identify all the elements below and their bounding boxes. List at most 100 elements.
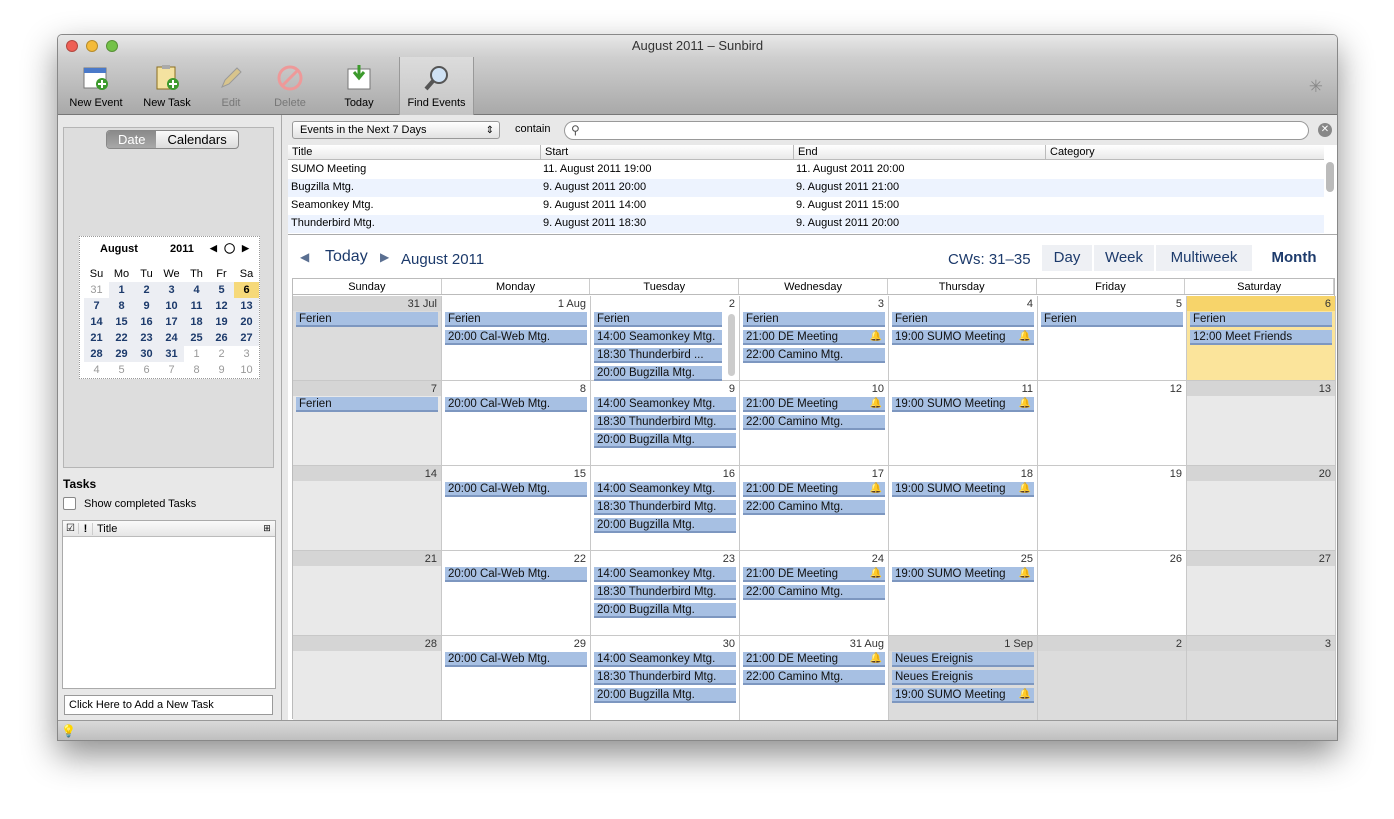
results-row[interactable]: Seamonkey Mtg. 9. August 2011 14:00 9. Aug…: [288, 197, 1324, 215]
event-item[interactable]: 19:00 SUMO Meeting 🔔: [892, 482, 1034, 497]
minical-day[interactable]: 21: [84, 330, 109, 346]
day-cell[interactable]: 2 Ferien 14:00 Seamonkey Mtg. 18:30 Thunder…: [591, 296, 740, 381]
event-item[interactable]: 22:00 Camino Mtg.: [743, 500, 885, 515]
day-number[interactable]: 10: [872, 383, 884, 395]
task-list[interactable]: ☑ ! Title ⊞: [62, 520, 276, 689]
event-item[interactable]: 12:00 Meet Friends: [1190, 330, 1332, 345]
day-cell[interactable]: 3: [1187, 636, 1336, 721]
event-item[interactable]: 14:00 Seamonkey Mtg.: [594, 652, 736, 667]
minical-day[interactable]: 15: [109, 314, 134, 330]
day-cell[interactable]: 28: [293, 636, 442, 721]
close-window-button[interactable]: [66, 40, 78, 52]
day-cell[interactable]: 3 Ferien 21:00 DE Meeting 🔔 22:00 Camino Mtg…: [740, 296, 889, 381]
event-item[interactable]: 18:30 Thunderbird ...: [594, 348, 722, 363]
day-number[interactable]: 5: [1176, 298, 1182, 310]
minical-day-other-month[interactable]: 1: [184, 346, 209, 362]
column-picker-icon[interactable]: ⊞: [259, 523, 275, 534]
nav-today-button[interactable]: Today: [325, 248, 368, 266]
next-month-icon[interactable]: ▶: [242, 243, 249, 254]
day-number[interactable]: 11: [1022, 383, 1033, 395]
day-cell[interactable]: 13: [1187, 381, 1336, 466]
col-end[interactable]: End: [793, 145, 1045, 160]
minical-day[interactable]: 11: [184, 298, 209, 314]
results-scrollbar[interactable]: [1326, 162, 1334, 192]
event-item[interactable]: Ferien: [296, 312, 438, 327]
day-cell[interactable]: 30 14:00 Seamonkey Mtg. 18:30 Thunderbird …: [591, 636, 740, 721]
results-row[interactable]: SUMO Meeting 11. August 2011 19:00 11. Aug…: [288, 161, 1324, 179]
tab-day[interactable]: Day: [1042, 245, 1092, 271]
event-item[interactable]: 20:00 Bugzilla Mtg.: [594, 433, 736, 448]
day-number[interactable]: 29: [574, 638, 586, 650]
event-item[interactable]: Ferien: [445, 312, 587, 327]
task-title-column[interactable]: Title: [93, 523, 259, 535]
minical-day-other-month[interactable]: 7: [159, 362, 184, 378]
day-number[interactable]: 15: [574, 468, 586, 480]
minical-day[interactable]: 26: [209, 330, 234, 346]
col-category[interactable]: Category: [1045, 145, 1324, 160]
minical-day-other-month[interactable]: 5: [109, 362, 134, 378]
minical-day[interactable]: 16: [134, 314, 159, 330]
day-number[interactable]: 18: [1021, 468, 1033, 480]
minical-day[interactable]: 13: [234, 298, 259, 314]
minical-day[interactable]: 19: [209, 314, 234, 330]
new-event-button[interactable]: New Event: [62, 57, 130, 115]
day-number[interactable]: 2: [729, 298, 735, 310]
minical-day[interactable]: 14: [84, 314, 109, 330]
event-item[interactable]: 21:00 DE Meeting 🔔: [743, 652, 885, 667]
minical-day[interactable]: 17: [159, 314, 184, 330]
event-item[interactable]: 19:00 SUMO Meeting 🔔: [892, 688, 1034, 703]
day-cell[interactable]: 31 Aug 21:00 DE Meeting 🔔 22:00 Camino Mtg.: [740, 636, 889, 721]
event-item[interactable]: 18:30 Thunderbird Mtg.: [594, 670, 736, 685]
day-number[interactable]: 20: [1319, 468, 1331, 480]
event-item[interactable]: Neues Ereignis: [892, 652, 1034, 667]
minical-day[interactable]: 12: [209, 298, 234, 314]
day-cell[interactable]: 27: [1187, 551, 1336, 636]
minical-year[interactable]: 2011: [170, 243, 194, 255]
day-number[interactable]: 27: [1319, 553, 1331, 565]
day-cell[interactable]: 12: [1038, 381, 1187, 466]
day-number[interactable]: 19: [1170, 468, 1182, 480]
tab-multiweek[interactable]: Multiweek: [1156, 245, 1252, 271]
next-arrow-icon[interactable]: ▶: [380, 250, 389, 264]
new-task-field[interactable]: Click Here to Add a New Task: [64, 695, 273, 715]
delete-button[interactable]: Delete: [264, 57, 316, 115]
results-row[interactable]: Thunderbird Mtg. 9. August 2011 18:30 9. A…: [288, 215, 1324, 233]
day-number[interactable]: 3: [1325, 638, 1331, 650]
event-item[interactable]: 14:00 Seamonkey Mtg.: [594, 330, 722, 345]
tab-date[interactable]: Date: [107, 131, 157, 148]
day-number[interactable]: 28: [425, 638, 437, 650]
event-item[interactable]: 21:00 DE Meeting 🔔: [743, 567, 885, 582]
previous-arrow-icon[interactable]: ◀: [300, 250, 309, 264]
day-number[interactable]: 9: [729, 383, 735, 395]
minical-day[interactable]: 18: [184, 314, 209, 330]
event-item[interactable]: 19:00 SUMO Meeting 🔔: [892, 397, 1034, 412]
day-cell[interactable]: 10 21:00 DE Meeting 🔔 22:00 Camino Mtg.: [740, 381, 889, 466]
event-item[interactable]: 20:00 Bugzilla Mtg.: [594, 603, 736, 618]
event-item[interactable]: Ferien: [743, 312, 885, 327]
day-cell[interactable]: 21: [293, 551, 442, 636]
minical-day[interactable]: 20: [234, 314, 259, 330]
event-item[interactable]: 20:00 Bugzilla Mtg.: [594, 518, 736, 533]
event-item[interactable]: 20:00 Cal-Web Mtg.: [445, 567, 587, 582]
minical-day[interactable]: 8: [109, 298, 134, 314]
minical-day[interactable]: 3: [159, 282, 184, 298]
day-cell[interactable]: 17 21:00 DE Meeting 🔔 22:00 Camino Mtg.: [740, 466, 889, 551]
minical-day[interactable]: 29: [109, 346, 134, 362]
minical-day[interactable]: 31: [159, 346, 184, 362]
minimize-window-button[interactable]: [86, 40, 98, 52]
day-number[interactable]: 1 Sep: [1004, 638, 1033, 650]
show-completed-checkbox[interactable]: [63, 497, 76, 510]
day-cell[interactable]: 26: [1038, 551, 1187, 636]
minical-month[interactable]: August: [100, 243, 138, 255]
show-completed-toggle[interactable]: Show completed Tasks: [63, 497, 196, 510]
minical-day[interactable]: 7: [84, 298, 109, 314]
minical-day-other-month[interactable]: 10: [234, 362, 259, 378]
day-number[interactable]: 2: [1176, 638, 1182, 650]
minical-day[interactable]: 5: [209, 282, 234, 298]
day-number[interactable]: 31 Jul: [408, 298, 437, 310]
day-number[interactable]: 31 Aug: [850, 638, 884, 650]
day-cell[interactable]: 11 19:00 SUMO Meeting 🔔: [889, 381, 1038, 466]
event-item[interactable]: 21:00 DE Meeting 🔔: [743, 482, 885, 497]
col-start[interactable]: Start: [540, 145, 793, 160]
day-number[interactable]: 14: [425, 468, 437, 480]
